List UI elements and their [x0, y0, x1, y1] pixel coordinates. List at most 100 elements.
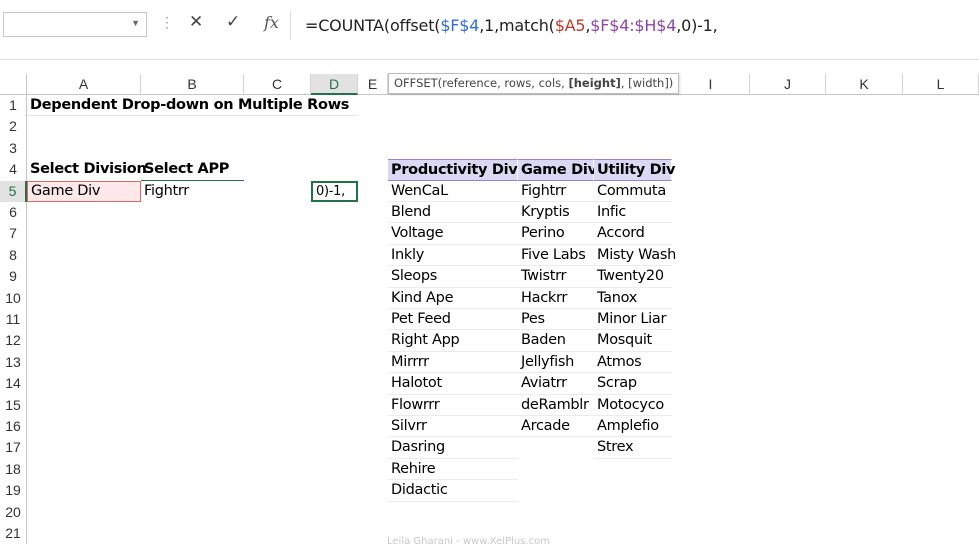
column-header-b[interactable]: B: [141, 74, 244, 95]
table-cell[interactable]: Pet Feed: [388, 309, 518, 331]
column-header-d[interactable]: D: [311, 74, 358, 95]
more-options-icon[interactable]: ⋮: [160, 14, 174, 31]
select-app-label[interactable]: Select APP: [141, 159, 244, 180]
table-cell[interactable]: Mosquit: [594, 330, 672, 352]
row-header-19[interactable]: 19: [0, 480, 27, 502]
table-cell[interactable]: Tanox: [594, 288, 672, 309]
table-cell[interactable]: Five Labs: [518, 245, 594, 267]
table-cell[interactable]: Right App: [388, 330, 518, 352]
table-header-h[interactable]: Utility Div: [594, 159, 676, 181]
tooltip-text: OFFSET(reference, rows, cols,: [394, 76, 569, 90]
formula-text: ,0)-1,: [676, 16, 718, 35]
row-header-1[interactable]: 1: [0, 95, 27, 117]
row-header-10[interactable]: 10: [0, 287, 27, 309]
row-header-5[interactable]: 5: [0, 180, 27, 202]
row-header-12[interactable]: 12: [0, 330, 27, 352]
table-cell[interactable]: Kind Ape: [388, 288, 518, 309]
table-cell[interactable]: Voltage: [388, 223, 518, 245]
table-cell[interactable]: Rehire: [388, 459, 518, 481]
table-cell[interactable]: Twenty20: [594, 266, 672, 288]
table-cell[interactable]: Didactic: [388, 480, 518, 502]
table-cell[interactable]: Arcade: [518, 416, 594, 438]
row-header-8[interactable]: 8: [0, 244, 27, 267]
table-header-f[interactable]: Productivity Div: [388, 159, 518, 181]
table-cell[interactable]: Flowrrr: [388, 395, 518, 416]
row-header-20[interactable]: 20: [0, 501, 27, 523]
formula-reference: $F$4:$H$4: [590, 16, 677, 35]
sheet-title-cell[interactable]: Dependent Drop-down on Multiple Rows: [27, 95, 349, 116]
table-cell[interactable]: deRamblr: [518, 395, 594, 416]
table-cell[interactable]: Blend: [388, 202, 518, 224]
table-cell[interactable]: Minor Liar: [594, 309, 672, 331]
table-cell[interactable]: Scrap: [594, 373, 672, 395]
table-cell[interactable]: Commuta: [594, 181, 672, 202]
table-cell[interactable]: Misty Wash: [594, 245, 676, 267]
row-header-4[interactable]: 4: [0, 159, 27, 181]
cell-border-line: [27, 115, 358, 117]
row-header-9[interactable]: 9: [0, 266, 27, 288]
table-cell[interactable]: Kryptis: [518, 202, 594, 224]
column-header-c[interactable]: C: [244, 74, 311, 95]
cell-border-line: [141, 179, 244, 181]
table-cell[interactable]: Halotot: [388, 373, 518, 395]
app-dropdown-cell[interactable]: Fightrr: [141, 181, 244, 202]
table-cell[interactable]: Fightrr: [518, 181, 594, 202]
formula-input[interactable]: =COUNTA(offset($F$4,1,match($A5,$F$4:$H$…: [305, 16, 718, 35]
column-header-l[interactable]: L: [903, 74, 979, 95]
column-header-e[interactable]: E: [358, 74, 388, 95]
table-cell[interactable]: Accord: [594, 223, 672, 245]
column-header-a[interactable]: A: [27, 74, 141, 95]
table-cell[interactable]: Amplefio: [594, 416, 672, 438]
table-cell[interactable]: Perino: [518, 223, 594, 245]
row-header-16[interactable]: 16: [0, 416, 27, 438]
formula-reference: $F$4: [440, 16, 480, 35]
table-cell[interactable]: Aviatrr: [518, 373, 594, 395]
cancel-icon[interactable]: ✕: [189, 12, 203, 32]
table-cell[interactable]: WenCaL: [388, 181, 518, 202]
tooltip-text: , [width]): [620, 76, 674, 90]
row-header-6[interactable]: 6: [0, 202, 27, 224]
division-dropdown-cell[interactable]: Game Div: [27, 180, 141, 202]
name-box[interactable]: ▼: [3, 12, 147, 37]
row-header-2[interactable]: 2: [0, 116, 27, 138]
table-cell[interactable]: Sleops: [388, 266, 518, 288]
table-cell[interactable]: Pes: [518, 309, 594, 331]
table-cell[interactable]: Mirrrr: [388, 352, 518, 374]
row-header-11[interactable]: 11: [0, 309, 27, 331]
column-header-i[interactable]: I: [672, 74, 750, 95]
table-cell[interactable]: Strex: [594, 437, 672, 459]
row-header-3[interactable]: 3: [0, 137, 27, 160]
table-header-g[interactable]: Game Div: [518, 159, 597, 181]
row-header-15[interactable]: 15: [0, 394, 27, 416]
table-cell[interactable]: Hackrr: [518, 288, 594, 309]
select-division-label[interactable]: Select Division: [27, 159, 147, 180]
table-cell[interactable]: Inkly: [388, 245, 518, 267]
tooltip-current-arg: [height]: [568, 76, 621, 90]
table-cell[interactable]: Infic: [594, 202, 672, 224]
watermark: Leila Gharani - www.XelPlus.com: [387, 536, 550, 547]
active-edit-cell[interactable]: 0)-1,: [311, 180, 358, 202]
row-header-13[interactable]: 13: [0, 351, 27, 374]
function-tooltip: OFFSET(reference, rows, cols, [height], …: [388, 73, 680, 94]
column-header-k[interactable]: K: [826, 74, 903, 95]
formula-text: =COUNTA(offset(: [305, 16, 441, 35]
table-cell[interactable]: Twistrr: [518, 266, 594, 288]
table-cell[interactable]: Baden: [518, 330, 594, 352]
enter-icon[interactable]: ✓: [226, 12, 240, 32]
spreadsheet-grid[interactable]: ABCDEFGHIJKL1234567891011121314151617181…: [0, 60, 979, 551]
insert-function-icon[interactable]: fx: [264, 13, 279, 32]
row-header-18[interactable]: 18: [0, 458, 27, 481]
row-header-14[interactable]: 14: [0, 373, 27, 395]
row-header-17[interactable]: 17: [0, 437, 27, 459]
row-header-21[interactable]: 21: [0, 523, 27, 545]
table-cell[interactable]: Atmos: [594, 352, 672, 374]
table-cell[interactable]: Dasring: [388, 437, 518, 459]
column-header-j[interactable]: J: [750, 74, 826, 95]
row-header-7[interactable]: 7: [0, 223, 27, 245]
select-all-corner[interactable]: [0, 74, 27, 95]
table-cell[interactable]: Motocyco: [594, 395, 672, 416]
formula-bar: ▼ ⋮ ✕ ✓ fx =COUNTA(offset($F$4,1,match($…: [0, 0, 979, 60]
chevron-down-icon[interactable]: ▼: [131, 18, 140, 28]
table-cell[interactable]: Jellyfish: [518, 352, 594, 374]
table-cell[interactable]: Silvrr: [388, 416, 518, 438]
